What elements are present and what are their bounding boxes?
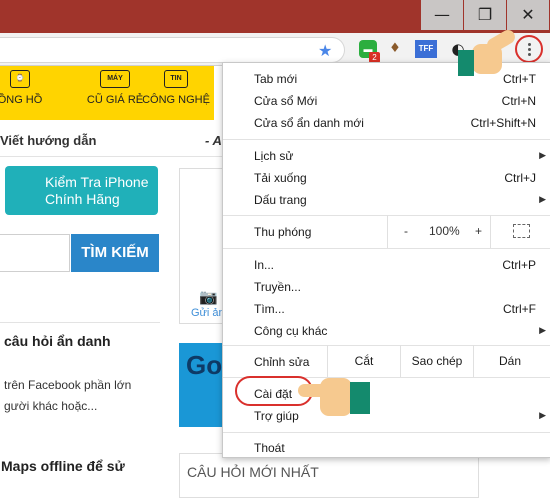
write-guide-link[interactable]: Viết hướng dẫn [0,133,96,148]
zoom-controls: - 100% + [387,215,491,248]
menu-dot-icon [528,48,531,51]
nav-label: CÔNG NGHỆ [142,94,210,106]
iphone-btn-line1: Kiểm Tra iPhone [45,174,149,190]
submenu-arrow-icon: ▶ [539,195,546,205]
news-icon: TIN [164,70,188,88]
watch-icon: ⌚ [10,70,30,88]
menu-item-settings[interactable]: Cài đặt [254,387,292,401]
submenu-arrow-icon: ▶ [539,411,546,421]
menu-item-incognito[interactable]: Cửa sổ ẩn danh mới [254,116,364,130]
menu-dot-icon [528,53,531,56]
search-input[interactable] [0,234,70,272]
menu-item-history[interactable]: Lịch sử [254,149,293,163]
menu-item-exit[interactable]: Thoát [254,441,285,455]
menu-item-bookmarks[interactable]: Dấu trang [254,193,307,207]
anonymous-question-title[interactable]: câu hỏi ẩn danh [4,333,111,349]
menu-item-downloads[interactable]: Tải xuống [254,171,307,185]
excerpt-line: trên Facebook phần lớn [4,378,132,392]
divider [0,322,160,323]
menu-dot-icon [528,43,531,46]
paste-button[interactable]: Dán [473,345,546,377]
check-iphone-button[interactable]: Kiểm Tra iPhone Chính Hãng [5,166,158,215]
chrome-dropdown-menu: Tab mới Ctrl+T Cửa sổ Mới Ctrl+N Cửa sổ … [222,62,550,458]
submenu-arrow-icon: ▶ [539,326,546,336]
shortcut-new-window: Ctrl+N [501,94,536,108]
guide-right-text: - A [205,133,222,148]
shortcut-find: Ctrl+F [503,302,536,316]
menu-divider [223,139,550,140]
menu-item-edit: Chỉnh sửa [254,355,310,369]
shortcut-print: Ctrl+P [502,258,536,272]
site-nav-bar: ⌚ ỒNG HỒ MÁY CŨ GIÁ RẺ TIN CÔNG NGHỆ [0,66,214,120]
banner-text: Go [186,350,223,380]
send-image-link[interactable]: Gửi ản [191,307,225,319]
excerpt-line: gười khác hoặc... [4,399,98,413]
stamp-extension-icon[interactable]: ♦ [388,40,402,58]
bookmark-star-icon[interactable]: ★ [318,41,332,60]
menu-item-cast[interactable]: Truyền... [254,280,301,294]
nav-label: ỒNG HỒ [0,94,43,106]
menu-item-more-tools[interactable]: Công cụ khác [254,324,327,338]
nav-watch[interactable]: ⌚ ỒNG HỒ [0,70,46,106]
iphone-btn-line2: Chính Hãng [45,191,120,207]
menu-item-print[interactable]: In... [254,258,274,272]
pointing-hand-icon [458,27,518,82]
pointing-hand-icon [298,370,372,424]
menu-divider [223,248,550,249]
address-bar[interactable]: ★ [0,37,345,63]
latest-questions-title: CÂU HỎI MỚI NHẤT [187,464,319,480]
search-button[interactable]: TÌM KIẾM [71,234,159,272]
maximize-button[interactable]: ❐ [464,0,506,30]
used-device-icon: MÁY [100,70,130,88]
menu-item-new-window[interactable]: Cửa sổ Mới [254,94,317,108]
close-window-button[interactable]: ✕ [507,0,549,30]
tff-extension-icon[interactable]: TFF [415,40,437,58]
zoom-level: 100% [429,224,460,238]
anonymous-question-excerpt: trên Facebook phần lớn gười khác hoặc... [4,375,131,417]
copy-button[interactable]: Sao chép [400,345,473,377]
menu-item-find[interactable]: Tìm... [254,302,285,316]
zoom-in-button[interactable]: + [475,224,482,238]
shortcut-incognito: Ctrl+Shift+N [470,116,536,130]
menu-item-new-tab[interactable]: Tab mới [254,72,297,86]
menu-item-zoom: Thu phóng [254,225,312,239]
maps-offline-title[interactable]: Maps offline để sử [1,458,125,474]
zoom-out-button[interactable]: - [404,224,408,238]
fullscreen-icon[interactable] [513,224,530,238]
chrome-menu-button[interactable] [515,35,543,63]
minimize-button[interactable]: — [421,0,463,30]
menu-item-help[interactable]: Trợ giúp [254,409,299,423]
menu-divider [223,432,550,433]
camera-icon[interactable]: 📷 [199,288,218,306]
shortcut-downloads: Ctrl+J [504,171,536,185]
submenu-arrow-icon: ▶ [539,151,546,161]
nav-technology[interactable]: TIN CÔNG NGHỆ [140,70,212,106]
divider [0,156,222,157]
